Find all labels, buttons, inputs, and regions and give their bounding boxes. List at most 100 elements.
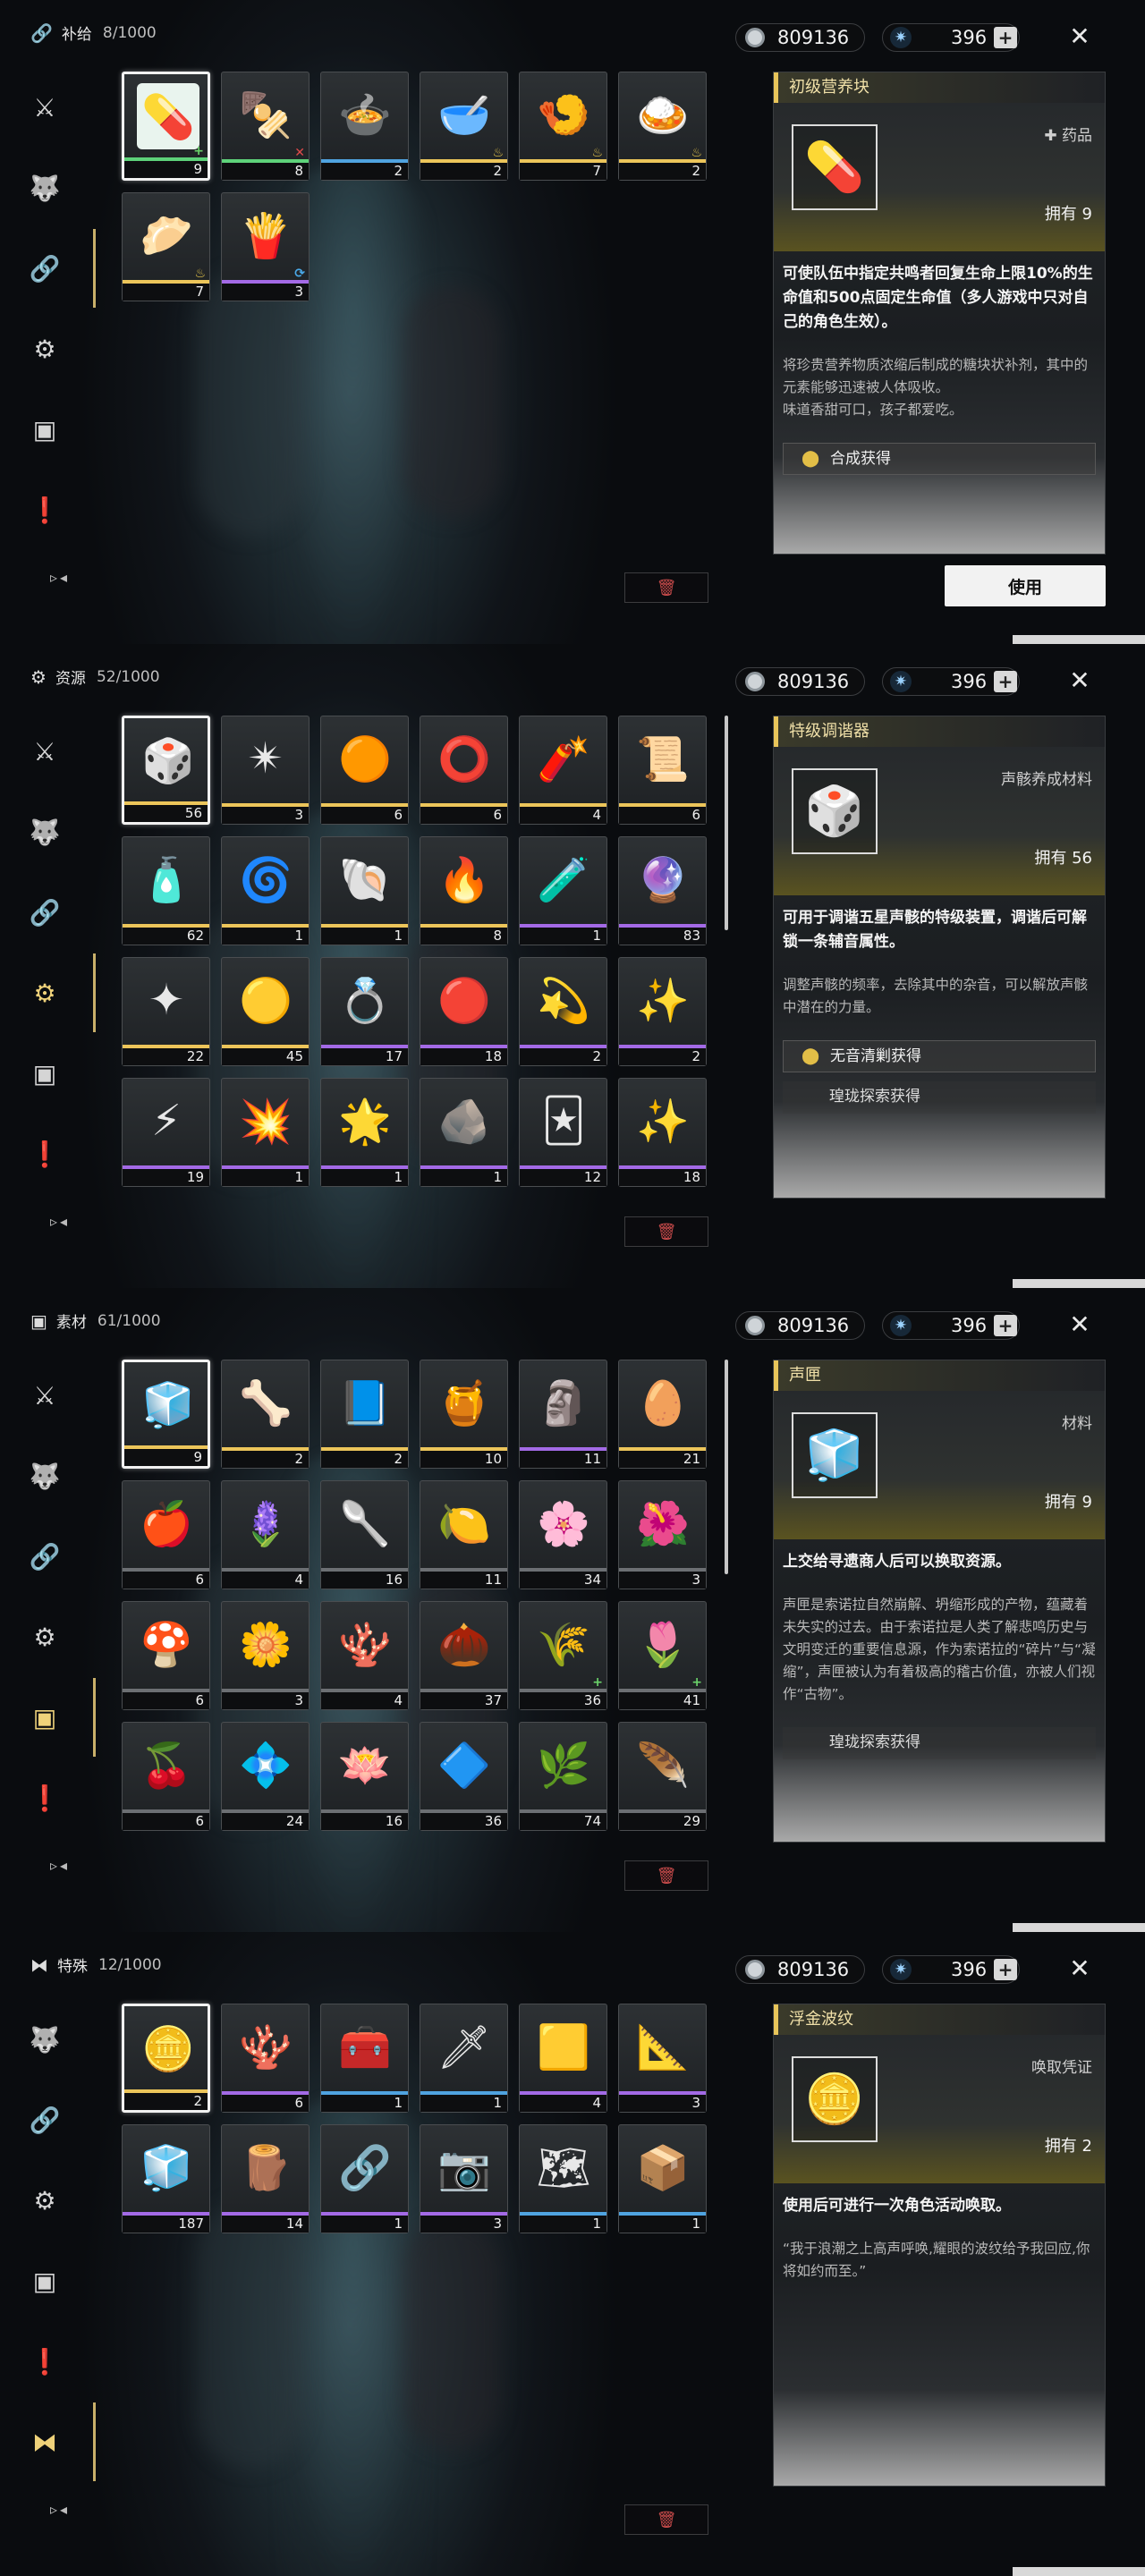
sidebar-gear-gem-icon[interactable]: ⚙ <box>21 975 68 1011</box>
item-slot[interactable]: 🐚 1 <box>320 836 409 945</box>
astrite-display[interactable]: ✷ 396 + <box>882 667 1020 696</box>
astrite-display[interactable]: ✷ 396 + <box>882 1955 1020 1984</box>
item-slot[interactable]: 🥄 16 <box>320 1480 409 1589</box>
sidebar-wolf-head-icon[interactable]: 🐺 <box>21 170 68 206</box>
sidebar-crate-icon[interactable]: ▣ <box>21 2263 68 2299</box>
sidebar-chain-link-icon[interactable]: 🔗 <box>21 2102 68 2138</box>
sidebar-chain-link-icon[interactable]: 🔗 <box>21 250 68 286</box>
add-astrite-button[interactable]: + <box>994 1959 1017 1980</box>
item-slot[interactable]: 🌺 3 <box>618 1480 707 1589</box>
item-slot[interactable]: 📘 2 <box>320 1360 409 1469</box>
item-slot[interactable]: 🧴 62 <box>122 836 210 945</box>
item-slot[interactable]: 🪶 29 <box>618 1722 707 1831</box>
item-slot[interactable]: 🪙 2 <box>122 2004 210 2113</box>
discard-button[interactable]: 🗑 <box>624 2504 708 2535</box>
item-slot[interactable]: 🧰 1 <box>320 2004 409 2113</box>
item-slot[interactable]: 🌟 1 <box>320 1078 409 1187</box>
item-slot[interactable]: 🧊 9 <box>122 1360 210 1469</box>
sidebar-crate-icon[interactable]: ▣ <box>21 1699 68 1735</box>
sidebar-gear-gem-icon[interactable]: ⚙ <box>21 2182 68 2218</box>
collapse-arrow-icon[interactable]: ▹◂ <box>50 569 70 586</box>
item-slot[interactable]: 🪻 4 <box>221 1480 310 1589</box>
item-slot[interactable]: 📷 3 <box>420 2124 508 2233</box>
item-slot[interactable]: 🥣 ♨ 2 <box>420 72 508 181</box>
item-slot[interactable]: 🥚 21 <box>618 1360 707 1469</box>
sidebar-chain-link-icon[interactable]: 🔗 <box>21 1538 68 1574</box>
item-slot[interactable]: 🪵 14 <box>221 2124 310 2233</box>
discard-button[interactable]: 🗑 <box>624 1860 708 1891</box>
item-slot[interactable]: 📜 6 <box>618 716 707 825</box>
item-slot[interactable]: 🔴 18 <box>420 957 508 1066</box>
item-source[interactable]: ⬤ 合成获得 <box>783 443 1096 475</box>
item-slot[interactable]: 🍤 ♨ 7 <box>519 72 607 181</box>
shell-credit-display[interactable]: 809136 <box>735 23 865 52</box>
item-slot[interactable]: 💥 1 <box>221 1078 310 1187</box>
item-slot[interactable]: ✨ 18 <box>618 1078 707 1187</box>
close-icon[interactable]: ✕ <box>1064 1309 1095 1339</box>
item-slot[interactable]: 🦴 2 <box>221 1360 310 1469</box>
item-slot[interactable]: 🪸 4 <box>320 1601 409 1710</box>
item-slot[interactable]: ⚡ 19 <box>122 1078 210 1187</box>
item-slot[interactable]: 🍢 ✕ 8 <box>221 72 310 181</box>
item-slot[interactable]: 🍄 6 <box>122 1601 210 1710</box>
collapse-arrow-icon[interactable]: ▹◂ <box>50 2501 70 2518</box>
sidebar-wolf-head-icon[interactable]: 🐺 <box>21 1458 68 1494</box>
item-slot[interactable]: 🔷 36 <box>420 1722 508 1831</box>
item-slot[interactable]: 🧊 187 <box>122 2124 210 2233</box>
sidebar-gear-gem-icon[interactable]: ⚙ <box>21 331 68 367</box>
item-slot[interactable]: 💫 2 <box>519 957 607 1066</box>
item-slot[interactable]: 💍 17 <box>320 957 409 1066</box>
item-slot[interactable]: 💠 24 <box>221 1722 310 1831</box>
add-astrite-button[interactable]: + <box>994 27 1017 48</box>
sidebar-exclamation-icon[interactable]: ❗ <box>21 2343 68 2379</box>
item-slot[interactable]: 🌼 3 <box>221 1601 310 1710</box>
discard-button[interactable]: 🗑 <box>624 572 708 603</box>
item-slot[interactable]: ✴ 3 <box>221 716 310 825</box>
item-slot[interactable]: 🌀 1 <box>221 836 310 945</box>
add-astrite-button[interactable]: + <box>994 671 1017 692</box>
item-slot[interactable]: 🟡 45 <box>221 957 310 1066</box>
astrite-display[interactable]: ✷ 396 + <box>882 23 1020 52</box>
item-slot[interactable]: ✨ 2 <box>618 957 707 1066</box>
item-slot[interactable]: 🪨 1 <box>420 1078 508 1187</box>
sidebar-exclamation-icon[interactable]: ❗ <box>21 492 68 528</box>
item-slot[interactable]: 🍯 10 <box>420 1360 508 1469</box>
sidebar-crate-icon[interactable]: ▣ <box>21 1055 68 1091</box>
sidebar-crossed-swords-icon[interactable]: ⚔ <box>21 89 68 125</box>
item-slot[interactable]: 🗿 11 <box>519 1360 607 1469</box>
item-slot[interactable]: 🍲 2 <box>320 72 409 181</box>
item-slot[interactable]: 🌿 74 <box>519 1722 607 1831</box>
item-slot[interactable]: ✦ 22 <box>122 957 210 1066</box>
shell-credit-display[interactable]: 809136 <box>735 1311 865 1340</box>
item-slot[interactable]: 🌷 +41 <box>618 1601 707 1710</box>
item-slot[interactable]: 🔮 83 <box>618 836 707 945</box>
item-slot[interactable]: 🗺 1 <box>519 2124 607 2233</box>
item-slot[interactable]: 🔗 1 <box>320 2124 409 2233</box>
item-source[interactable]: 瑝珑探索获得 <box>783 1727 1096 1759</box>
shell-credit-display[interactable]: 809136 <box>735 667 865 696</box>
item-slot[interactable]: 🥟 ♨ 7 <box>122 192 210 301</box>
item-slot[interactable]: 🃏 12 <box>519 1078 607 1187</box>
sidebar-wolf-head-icon[interactable]: 🐺 <box>21 814 68 850</box>
sidebar-crate-icon[interactable]: ▣ <box>21 411 68 447</box>
close-icon[interactable]: ✕ <box>1064 21 1095 51</box>
discard-button[interactable]: 🗑 <box>624 1216 708 1247</box>
sidebar-crossed-swords-icon[interactable]: ⚔ <box>21 733 68 769</box>
item-slot[interactable]: 🔥 8 <box>420 836 508 945</box>
item-slot[interactable]: 🍎 6 <box>122 1480 210 1589</box>
sidebar-chain-link-icon[interactable]: 🔗 <box>21 894 68 930</box>
item-source[interactable]: ⬤ 无音清剿获得 <box>783 1040 1096 1072</box>
item-slot[interactable]: 🪷 16 <box>320 1722 409 1831</box>
sidebar-exclamation-icon[interactable]: ❗ <box>21 1136 68 1172</box>
item-slot[interactable]: 💊 +9 <box>122 72 210 181</box>
item-slot[interactable]: 🎲 56 <box>122 716 210 825</box>
sidebar-gear-gem-icon[interactable]: ⚙ <box>21 1619 68 1655</box>
collapse-arrow-icon[interactable]: ▹◂ <box>50 1857 70 1874</box>
add-astrite-button[interactable]: + <box>994 1315 1017 1336</box>
collapse-arrow-icon[interactable]: ▹◂ <box>50 1213 70 1230</box>
item-slot[interactable]: 🌸 34 <box>519 1480 607 1589</box>
item-slot[interactable]: 🍒 6 <box>122 1722 210 1831</box>
grid-scrollbar[interactable] <box>725 716 728 930</box>
item-slot[interactable]: 🍋 11 <box>420 1480 508 1589</box>
item-slot[interactable]: 🌾 +36 <box>519 1601 607 1710</box>
